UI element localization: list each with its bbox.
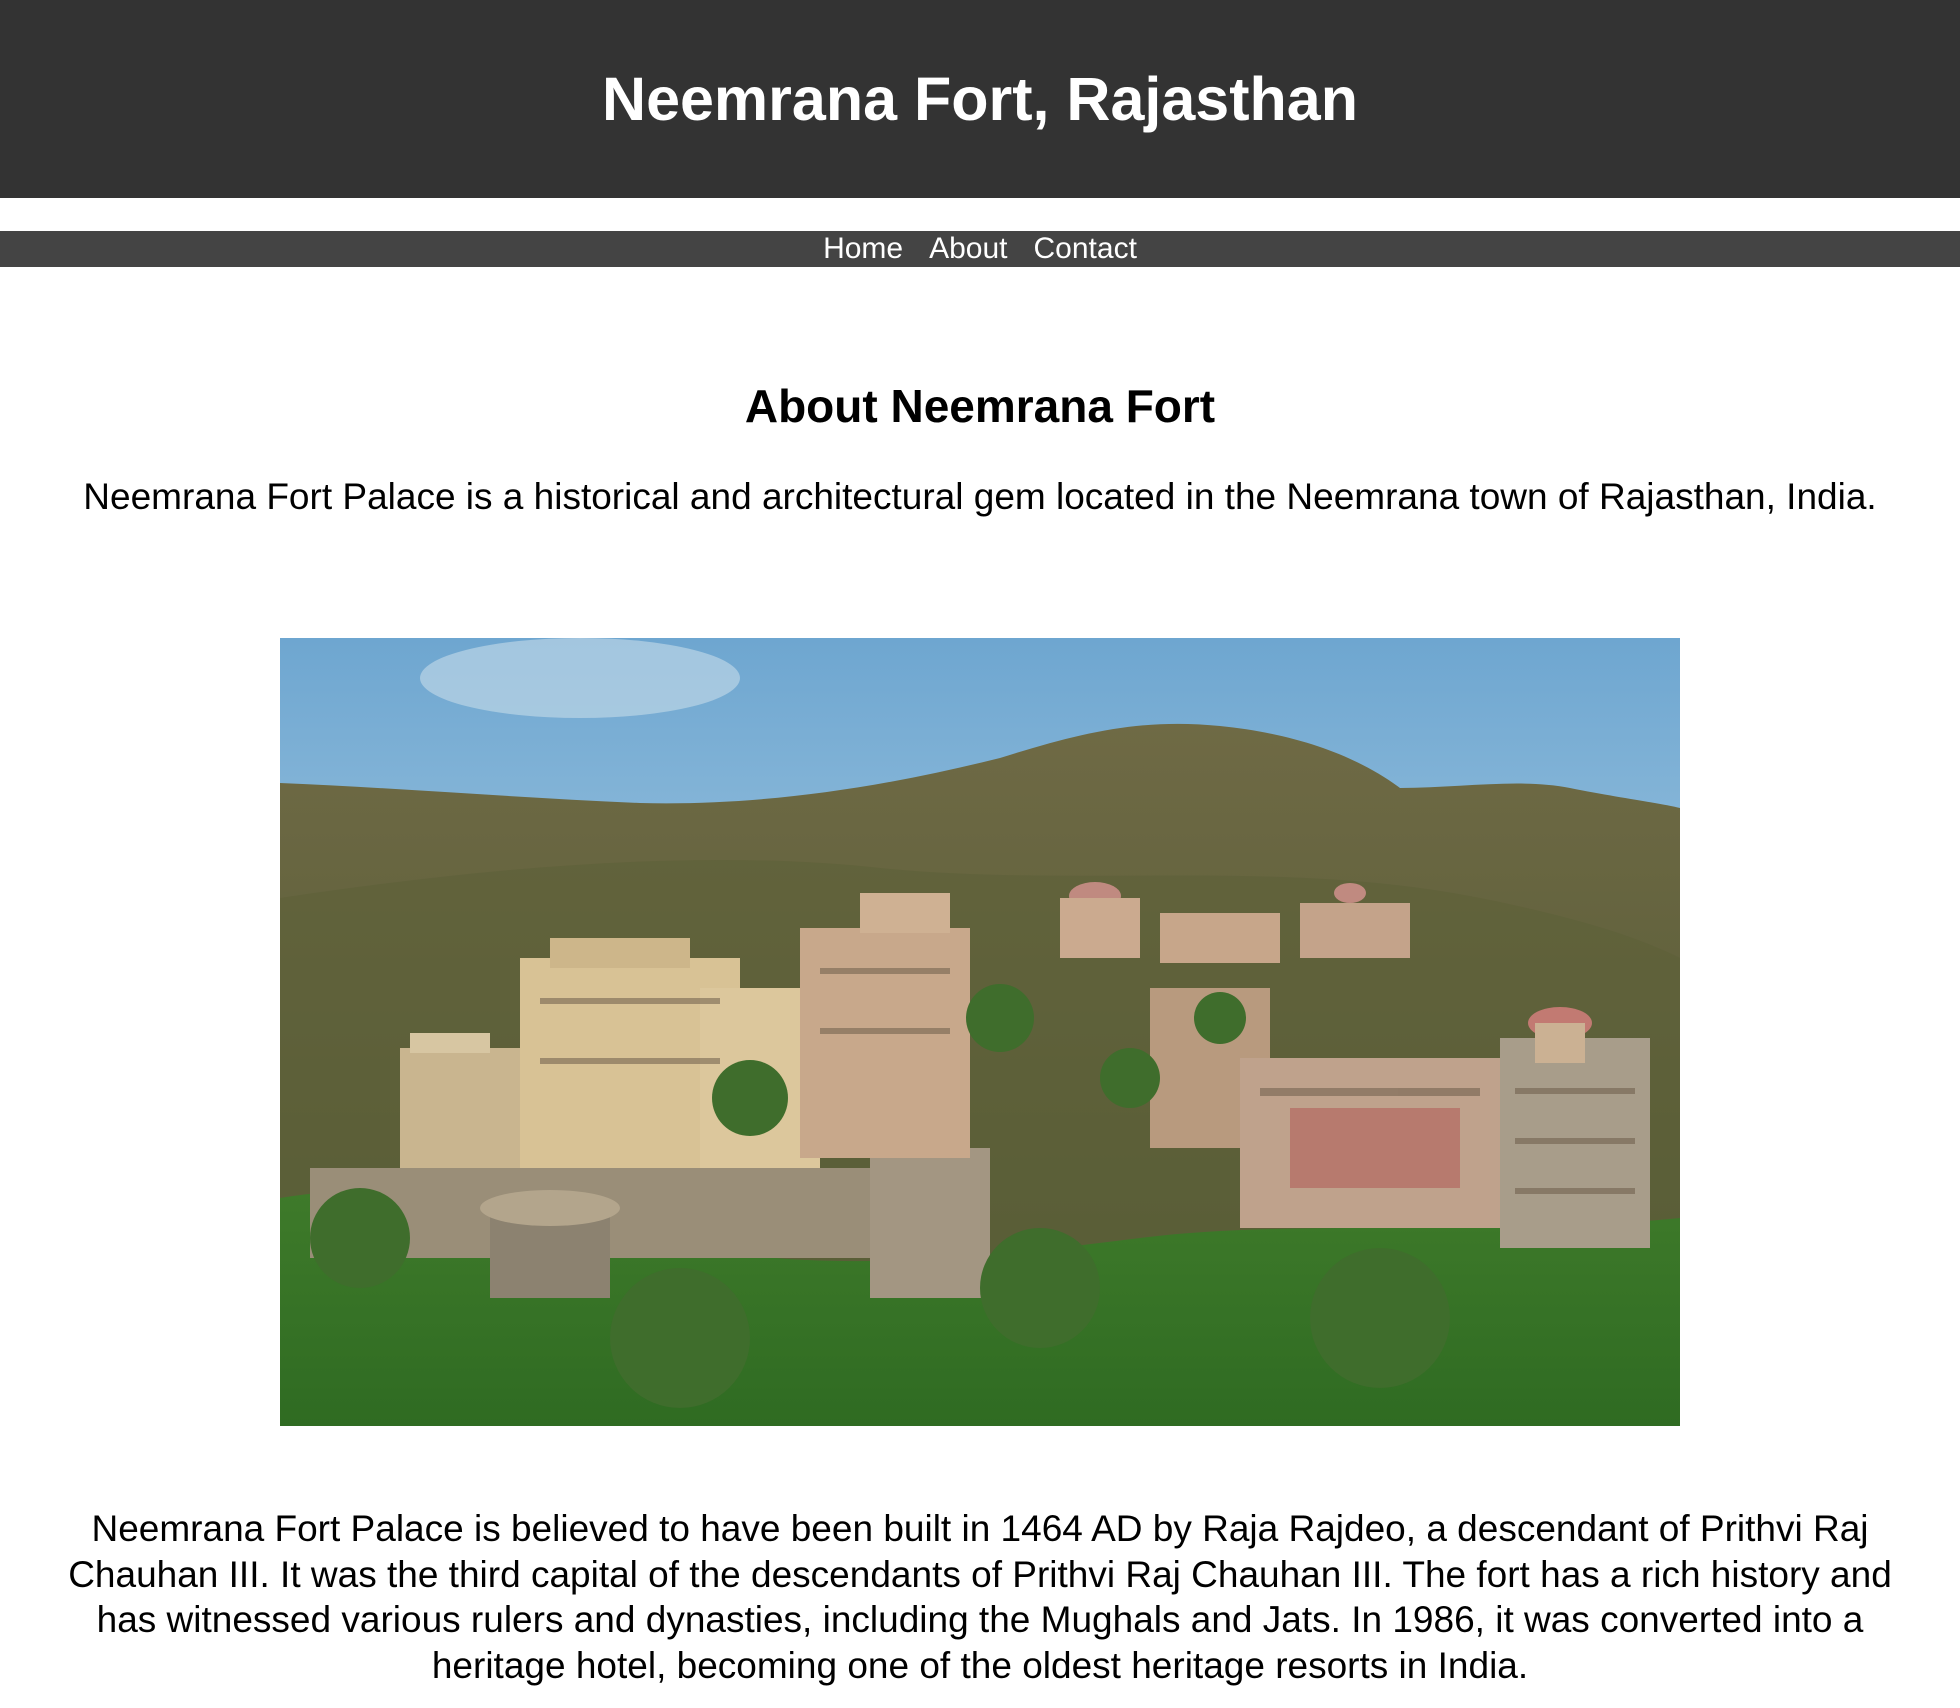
nav-link-home[interactable]: Home [823,231,903,267]
history-paragraph: Neemrana Fort Palace is believed to have… [68,1508,1892,1686]
nav-bar: Home About Contact [0,231,1960,267]
site-header: Neemrana Fort, Rajasthan [0,0,1960,198]
nav-link-about[interactable]: About [929,231,1007,267]
site-title: Neemrana Fort, Rajasthan [602,64,1358,133]
section-heading: About Neemrana Fort [744,380,1216,432]
fort-photo [280,638,1680,1426]
intro-paragraph: Neemrana Fort Palace is a historical and… [83,476,1877,517]
nav-link-contact[interactable]: Contact [1034,231,1137,267]
